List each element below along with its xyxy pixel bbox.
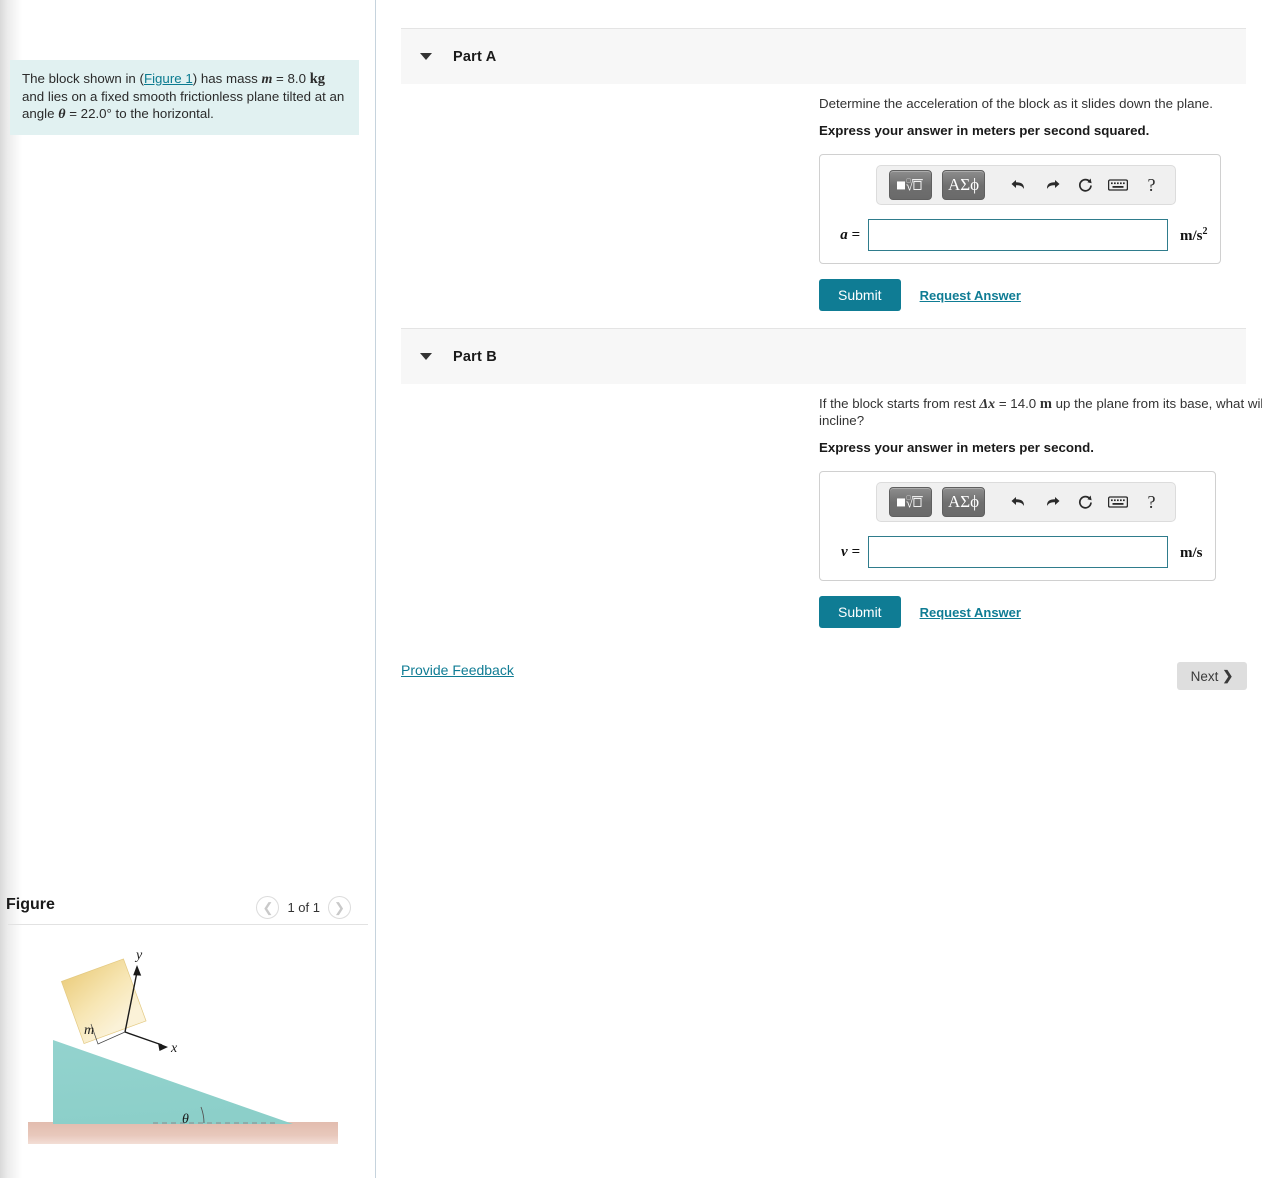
- part-a-request-answer-link[interactable]: Request Answer: [920, 288, 1021, 303]
- part-a-toolbar: √ □ ΑΣϕ ?: [876, 165, 1176, 205]
- part-a-unit: m/s2: [1180, 226, 1208, 245]
- mass-label: m: [84, 1023, 94, 1038]
- part-a-question: Determine the acceleration of the block …: [819, 96, 1213, 111]
- help-icon[interactable]: ?: [1140, 175, 1163, 196]
- part-b-submit-button[interactable]: Submit: [819, 596, 901, 628]
- part-b-label: Part B: [453, 348, 497, 365]
- provide-feedback-link[interactable]: Provide Feedback: [401, 662, 514, 678]
- x-axis-line: [124, 1031, 163, 1046]
- problem-text-2: ) has mass: [192, 71, 262, 86]
- undo-arrow-icon[interactable]: [1007, 494, 1030, 510]
- math-template-button[interactable]: √ □: [889, 170, 932, 200]
- help-icon[interactable]: ?: [1140, 492, 1163, 513]
- keyboard-icon[interactable]: [1107, 495, 1130, 509]
- part-a-header[interactable]: Part A: [401, 28, 1246, 84]
- block: [60, 958, 147, 1044]
- part-a-submit-button[interactable]: Submit: [819, 279, 901, 311]
- mass-equals: = 8.0: [272, 71, 310, 86]
- figure-counter: 1 of 1: [287, 900, 320, 915]
- part-a-answer-input[interactable]: [868, 219, 1168, 251]
- delta-x-symbol: Δx: [979, 397, 996, 412]
- redo-arrow-icon[interactable]: [1041, 177, 1064, 193]
- figure-pager: ❮ 1 of 1 ❯: [256, 896, 351, 919]
- page-root: The block shown in (Figure 1) has mass m…: [0, 0, 1262, 1178]
- part-b-question-pre: If the block starts from rest: [819, 396, 980, 411]
- caret-down-icon[interactable]: [420, 353, 432, 360]
- greek-symbols-button[interactable]: ΑΣϕ: [941, 170, 986, 200]
- svg-text:□: □: [907, 494, 911, 501]
- sqrt-template-icon: √ □: [897, 494, 923, 510]
- part-a-instruction: Express your answer in meters per second…: [819, 123, 1150, 138]
- problem-statement: The block shown in (Figure 1) has mass m…: [10, 60, 359, 135]
- mass-symbol: m: [261, 72, 273, 87]
- part-b-variable-label: v =: [841, 543, 860, 560]
- figure-1-link[interactable]: Figure 1: [144, 71, 193, 86]
- part-a-unit-sup: 2: [1202, 225, 1208, 237]
- theta-value: = 22.0° to the horizontal.: [65, 106, 214, 121]
- part-b-actions: Submit Request Answer: [819, 596, 1262, 628]
- part-a-unit-base: m/s: [1180, 227, 1203, 244]
- part-b-answer-input[interactable]: [868, 536, 1168, 568]
- part-b-header[interactable]: Part B: [401, 328, 1246, 384]
- y-axis-label: y: [134, 948, 143, 963]
- math-template-button[interactable]: √ □: [889, 487, 932, 517]
- y-axis-arrowhead: [133, 965, 142, 976]
- problem-text-1: The block shown in (: [22, 71, 144, 86]
- part-b-question-mid: = 14.0: [995, 396, 1040, 411]
- undo-arrow-icon[interactable]: [1007, 177, 1030, 193]
- x-axis-label: x: [170, 1041, 178, 1056]
- redo-arrow-icon[interactable]: [1041, 494, 1064, 510]
- part-b-unit-base: m/s: [1180, 544, 1203, 561]
- x-axis-arrowhead: [158, 1043, 168, 1051]
- mass-unit: kg: [309, 71, 326, 87]
- part-b-instruction: Express your answer in meters per second…: [819, 440, 1094, 455]
- part-b-request-answer-link[interactable]: Request Answer: [920, 605, 1021, 620]
- part-b-answer-widget: √ □ ΑΣϕ ? v = m/s: [819, 471, 1216, 581]
- part-a-body: Determine the acceleration of the block …: [819, 96, 1262, 311]
- part-a-answer-row: a = m/s2: [832, 219, 1208, 251]
- caret-down-icon[interactable]: [420, 53, 432, 60]
- part-a-label: Part A: [453, 48, 497, 65]
- figure-image: y x m θ: [8, 932, 368, 1170]
- figure-divider: [8, 924, 368, 925]
- greek-symbols-button[interactable]: ΑΣϕ: [941, 487, 986, 517]
- part-a-actions: Submit Request Answer: [819, 279, 1262, 311]
- part-b-answer-row: v = m/s: [832, 536, 1203, 568]
- reset-circle-icon[interactable]: [1074, 494, 1097, 511]
- theta-symbol: θ: [58, 107, 66, 122]
- svg-text:□: □: [907, 177, 911, 184]
- part-b-question: If the block starts from rest Δx = 14.0 …: [819, 396, 1262, 429]
- reset-circle-icon[interactable]: [1074, 177, 1097, 194]
- figure-prev-button[interactable]: ❮: [256, 896, 280, 919]
- left-panel: The block shown in (Figure 1) has mass m…: [0, 0, 376, 1178]
- figure-next-button[interactable]: ❯: [328, 896, 351, 919]
- part-b-body: If the block starts from rest Δx = 14.0 …: [819, 396, 1262, 628]
- sqrt-template-icon: √ □: [897, 177, 923, 193]
- main-content: Part A Determine the acceleration of the…: [376, 0, 1262, 1178]
- next-button-label: Next: [1190, 668, 1219, 684]
- part-b-toolbar: √ □ ΑΣϕ ?: [876, 482, 1176, 522]
- inclined-plane-diagram: y x m θ: [28, 948, 338, 1144]
- part-b-unit: m/s: [1180, 543, 1203, 562]
- part-a-answer-widget: √ □ ΑΣϕ ? a = m/s2: [819, 154, 1221, 264]
- part-a-variable-label: a =: [840, 226, 860, 243]
- part-b-question-unit: m: [1039, 396, 1052, 412]
- angle-label: θ: [182, 1112, 189, 1127]
- figure-title: Figure: [6, 896, 55, 913]
- next-button[interactable]: Next ❯: [1177, 662, 1247, 690]
- keyboard-icon[interactable]: [1107, 178, 1130, 192]
- chevron-right-icon: ❯: [1222, 668, 1234, 683]
